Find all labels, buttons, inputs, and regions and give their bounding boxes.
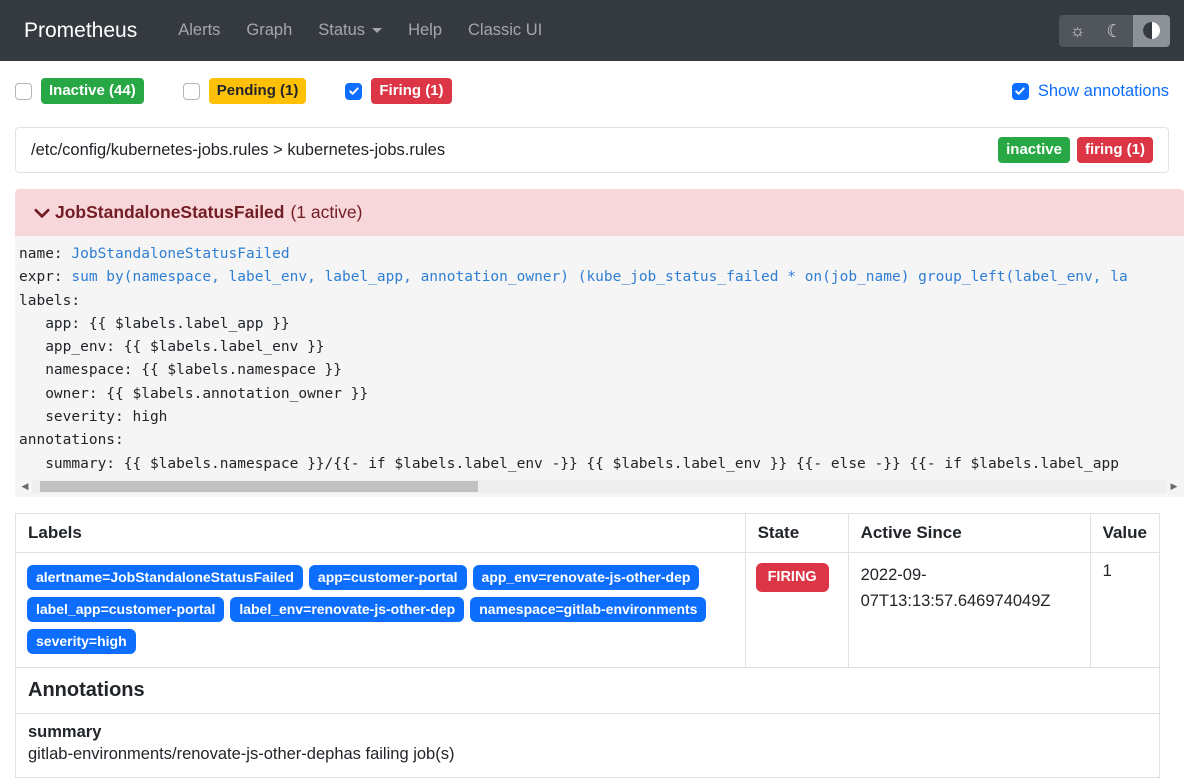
label-badge-label-app: label_app=customer-portal — [27, 597, 224, 622]
labels-cell: alertname=JobStandaloneStatusFailedapp=c… — [16, 552, 746, 667]
alert-state-filters: Inactive (44) Pending (1) Firing (1) Sho… — [15, 78, 1169, 104]
nav-item-graph[interactable]: Graph — [233, 13, 305, 48]
table-header-row: Labels State Active Since Value — [16, 513, 1160, 552]
sun-icon: ☼ — [1070, 21, 1086, 41]
annotation-value: gitlab-environments/renovate-js-other-de… — [28, 745, 1147, 764]
scroll-right-arrow-icon[interactable]: ▶ — [1167, 481, 1181, 492]
alert-instance-row: alertname=JobStandaloneStatusFailedapp=c… — [16, 552, 1160, 667]
moon-icon: ☾ — [1106, 22, 1122, 40]
nav-item-classic-ui[interactable]: Classic UI — [455, 13, 555, 48]
code-line-label-severity: severity: high — [19, 406, 1180, 429]
label-badge-label-env: label_env=renovate-js-other-dep — [230, 597, 464, 622]
annotation-key: summary — [28, 723, 1147, 742]
code-line-label-owner: owner: {{ $labels.annotation_owner }} — [19, 383, 1180, 406]
header-value: Value — [1090, 513, 1159, 552]
header-active-since: Active Since — [848, 513, 1090, 552]
rule-group-path: /etc/config/kubernetes-jobs.rules > kube… — [31, 141, 445, 160]
code-line-labels: labels: — [19, 290, 1180, 313]
scrollbar-track[interactable] — [32, 480, 1167, 493]
label-badge-app-env: app_env=renovate-js-other-dep — [473, 565, 700, 590]
code-line-summary: summary: {{ $labels.namespace }}/{{- if … — [19, 453, 1180, 476]
pending-checkbox[interactable] — [183, 83, 200, 100]
header-state: State — [745, 513, 848, 552]
active-since-cell: 2022-09-07T13:13:57.646974049Z — [848, 552, 1090, 667]
show-annotations-label: Show annotations — [1038, 82, 1169, 101]
label-badge-severity: severity=high — [27, 629, 136, 654]
caret-down-icon — [372, 28, 382, 33]
nav-item-status[interactable]: Status — [305, 13, 395, 48]
theme-light-button[interactable]: ☼ — [1059, 15, 1096, 47]
pending-badge[interactable]: Pending (1) — [209, 78, 307, 104]
inactive-count-badge: inactive — [998, 137, 1070, 163]
horizontal-scrollbar[interactable]: ◀ ▶ — [15, 478, 1184, 497]
annotations-title: Annotations — [16, 667, 1160, 713]
alert-rule-section: JobStandaloneStatusFailed (1 active) nam… — [15, 189, 1184, 497]
alert-rule-header[interactable]: JobStandaloneStatusFailed (1 active) — [15, 189, 1184, 236]
alert-rule-name: JobStandaloneStatusFailed — [55, 202, 284, 223]
value-cell: 1 — [1090, 552, 1159, 667]
label-badge-app: app=customer-portal — [309, 565, 467, 590]
label-badge-namespace: namespace=gitlab-environments — [470, 597, 706, 622]
nav-item-status-label: Status — [318, 21, 365, 40]
header-labels: Labels — [16, 513, 746, 552]
code-line-label-namespace: namespace: {{ $labels.namespace }} — [19, 359, 1180, 382]
firing-state-badge: FIRING — [756, 563, 829, 593]
code-line-label-app-env: app_env: {{ $labels.label_env }} — [19, 336, 1180, 359]
check-icon — [348, 85, 360, 97]
inactive-checkbox[interactable] — [15, 83, 32, 100]
code-line-name: name: JobStandaloneStatusFailed — [19, 243, 1180, 266]
code-line-expr: expr: sum by(namespace, label_env, label… — [19, 266, 1180, 289]
theme-toggle-group: ☼ ☾ — [1059, 15, 1170, 47]
alert-instances-table: Labels State Active Since Value alertnam… — [15, 513, 1160, 778]
annotation-row: summary gitlab-environments/renovate-js-… — [16, 713, 1160, 777]
navbar: Prometheus Alerts Graph Status Help Clas… — [0, 0, 1184, 61]
filter-pending[interactable]: Pending (1) — [183, 78, 307, 104]
nav-item-help[interactable]: Help — [395, 13, 455, 48]
scrollbar-thumb[interactable] — [40, 481, 478, 492]
rule-group-badges: inactive firing (1) — [998, 137, 1153, 163]
show-annotations-checkbox[interactable] — [1012, 83, 1029, 100]
chevron-down-icon — [33, 204, 51, 222]
alert-active-count: (1 active) — [290, 202, 362, 223]
code-line-label-app: app: {{ $labels.label_app }} — [19, 313, 1180, 336]
annotations-title-row: Annotations — [16, 667, 1160, 713]
nav-item-alerts[interactable]: Alerts — [165, 13, 233, 48]
annotation-cell: summary gitlab-environments/renovate-js-… — [16, 713, 1160, 777]
check-icon — [1014, 85, 1026, 97]
theme-dark-button[interactable]: ☾ — [1096, 15, 1133, 47]
theme-auto-button[interactable] — [1133, 15, 1170, 47]
firing-checkbox[interactable] — [345, 83, 362, 100]
filter-inactive[interactable]: Inactive (44) — [15, 78, 144, 104]
circle-half-icon — [1143, 22, 1160, 39]
firing-badge[interactable]: Firing (1) — [371, 78, 451, 104]
inactive-badge[interactable]: Inactive (44) — [41, 78, 144, 104]
firing-count-badge: firing (1) — [1077, 137, 1153, 163]
show-annotations-toggle[interactable]: Show annotations — [1012, 82, 1169, 101]
filter-firing[interactable]: Firing (1) — [345, 78, 451, 104]
brand-link[interactable]: Prometheus — [24, 19, 137, 43]
rule-group-header: /etc/config/kubernetes-jobs.rules > kube… — [15, 127, 1169, 173]
scroll-left-arrow-icon[interactable]: ◀ — [18, 481, 32, 492]
rule-definition-code: name: JobStandaloneStatusFailedexpr: sum… — [15, 236, 1184, 478]
state-cell: FIRING — [745, 552, 848, 667]
label-badge-alertname: alertname=JobStandaloneStatusFailed — [27, 565, 303, 590]
code-line-annotations: annotations: — [19, 429, 1180, 452]
